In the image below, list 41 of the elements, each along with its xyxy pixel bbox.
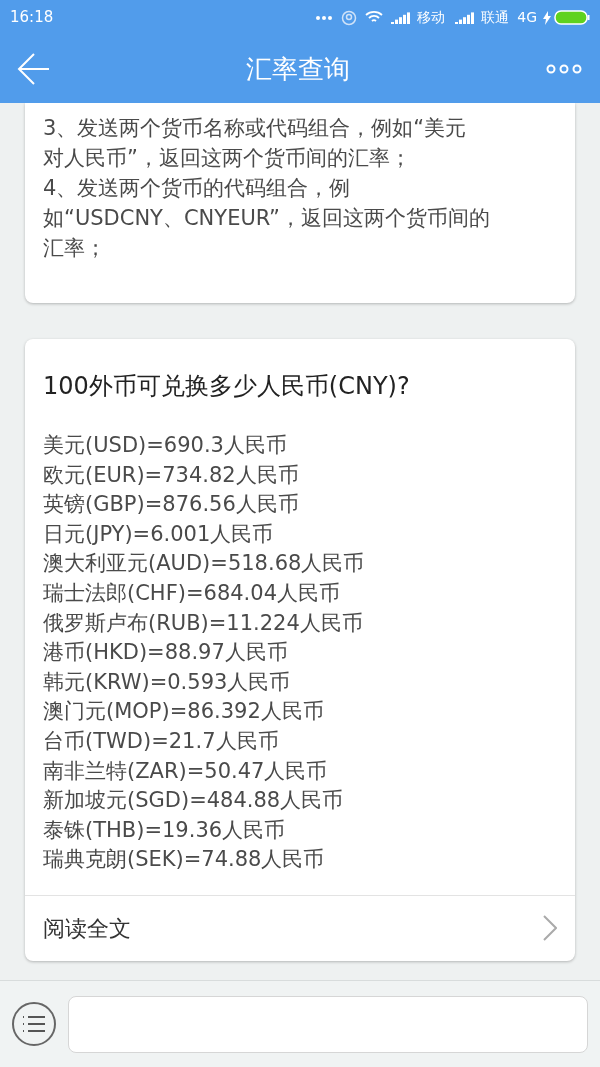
exchange-rate-line: 泰铢(THB)=19.36人民币: [43, 816, 287, 844]
carrier-name: 联通: [481, 8, 510, 27]
more-notifications-icon: [315, 14, 334, 21]
help-text-line: 4、发送两个货币的代码组合，例: [43, 175, 352, 202]
exchange-rate-line: 韩元(KRW)=0.593人民币: [43, 668, 292, 696]
help-text-line: 如“USDCNY、CNYEUR”，返回这两个货币间的: [43, 205, 491, 232]
signal-icon: [391, 11, 412, 24]
help-text-line: 对人民币”，返回这两个货币间的汇率；: [43, 145, 412, 172]
exchange-rate-line: 美元(USD)=690.3人民币: [43, 432, 288, 459]
battery-icon: [554, 10, 590, 25]
menu-button[interactable]: [12, 1002, 56, 1046]
exchange-rate-line: 欧元(EUR)=734.82人民币: [43, 461, 300, 489]
exchange-rate-line: 新加坡元(SGD)=484.88人民币: [43, 787, 345, 815]
help-text-line: 汇率；: [43, 235, 107, 262]
page-title: 汇率查询: [245, 52, 351, 86]
exchange-rate-line: 南非兰特(ZAR)=50.47人民币: [43, 757, 329, 785]
status-time: 16:18: [10, 7, 54, 29]
exchange-rate-line: 瑞典克朗(SEK)=74.88人民币: [43, 846, 326, 874]
exchange-rate-line: 港币(HKD)=88.97人民币: [43, 639, 289, 667]
help-text-line: 3、发送两个货币名称或代码组合，例如“美元: [43, 115, 468, 142]
menu-icon: [22, 1015, 46, 1033]
exchange-rate-line: 澳大利亚元(AUD)=518.68人民币: [43, 550, 366, 578]
exchange-rate-line: 台币(TWD)=21.7人民币: [43, 727, 280, 755]
exchange-rate-line: 俄罗斯卢布(RUB)=11.224人民币: [43, 609, 364, 637]
hotspot-icon: [341, 9, 358, 26]
exchange-rate-line: 瑞士法郎(CHF)=684.04人民币: [43, 579, 341, 607]
signal-icon: [455, 11, 476, 24]
wifi-icon: [365, 11, 384, 24]
card-title: 100外币可兑换多少人民币(CNY)?: [42, 371, 411, 402]
chevron-right-icon: [543, 915, 557, 942]
carrier-name: 移动: [417, 8, 446, 27]
exchange-rate-line: 日元(JPY)=6.001人民币: [43, 520, 275, 548]
network-type: 4G: [517, 8, 537, 27]
more-icon: [546, 64, 582, 74]
charging-icon: [543, 10, 551, 25]
back-arrow-icon: [17, 52, 51, 86]
exchange-rate-line: 澳门元(MOP)=86.392人民币: [43, 698, 325, 726]
back-button[interactable]: [16, 51, 52, 87]
message-input-field[interactable]: [68, 995, 588, 1053]
read-more-link[interactable]: 阅读全文: [25, 894, 575, 961]
exchange-rate-line: 英镑(GBP)=876.56人民币: [43, 491, 300, 519]
